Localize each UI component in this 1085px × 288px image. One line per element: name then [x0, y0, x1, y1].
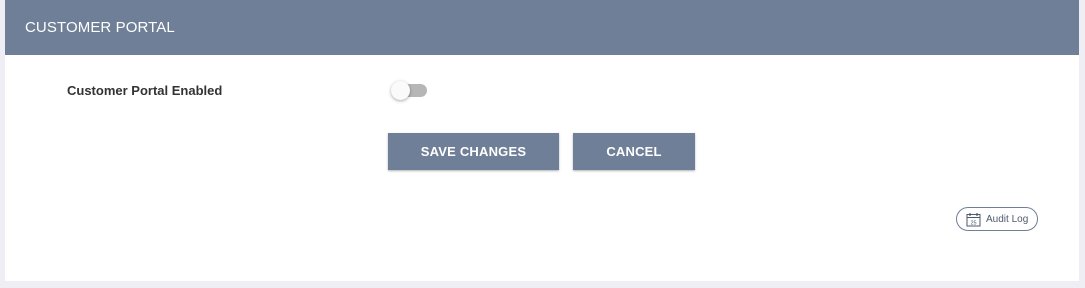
customer-portal-panel: CUSTOMER PORTAL Customer Portal Enabled … [5, 0, 1079, 281]
panel-title: CUSTOMER PORTAL [25, 19, 175, 36]
cancel-button[interactable]: CANCEL [573, 133, 695, 170]
toggle-thumb [391, 81, 410, 100]
audit-log-button[interactable]: 25 Audit Log [956, 207, 1038, 231]
calendar-icon: 25 [966, 212, 981, 227]
calendar-icon-day: 25 [970, 220, 976, 226]
customer-portal-enabled-label: Customer Portal Enabled [67, 83, 223, 98]
save-changes-button[interactable]: SAVE CHANGES [388, 133, 559, 170]
audit-log-label: Audit Log [986, 213, 1029, 225]
customer-portal-enabled-toggle[interactable] [391, 81, 429, 101]
panel-header: CUSTOMER PORTAL [5, 0, 1079, 55]
